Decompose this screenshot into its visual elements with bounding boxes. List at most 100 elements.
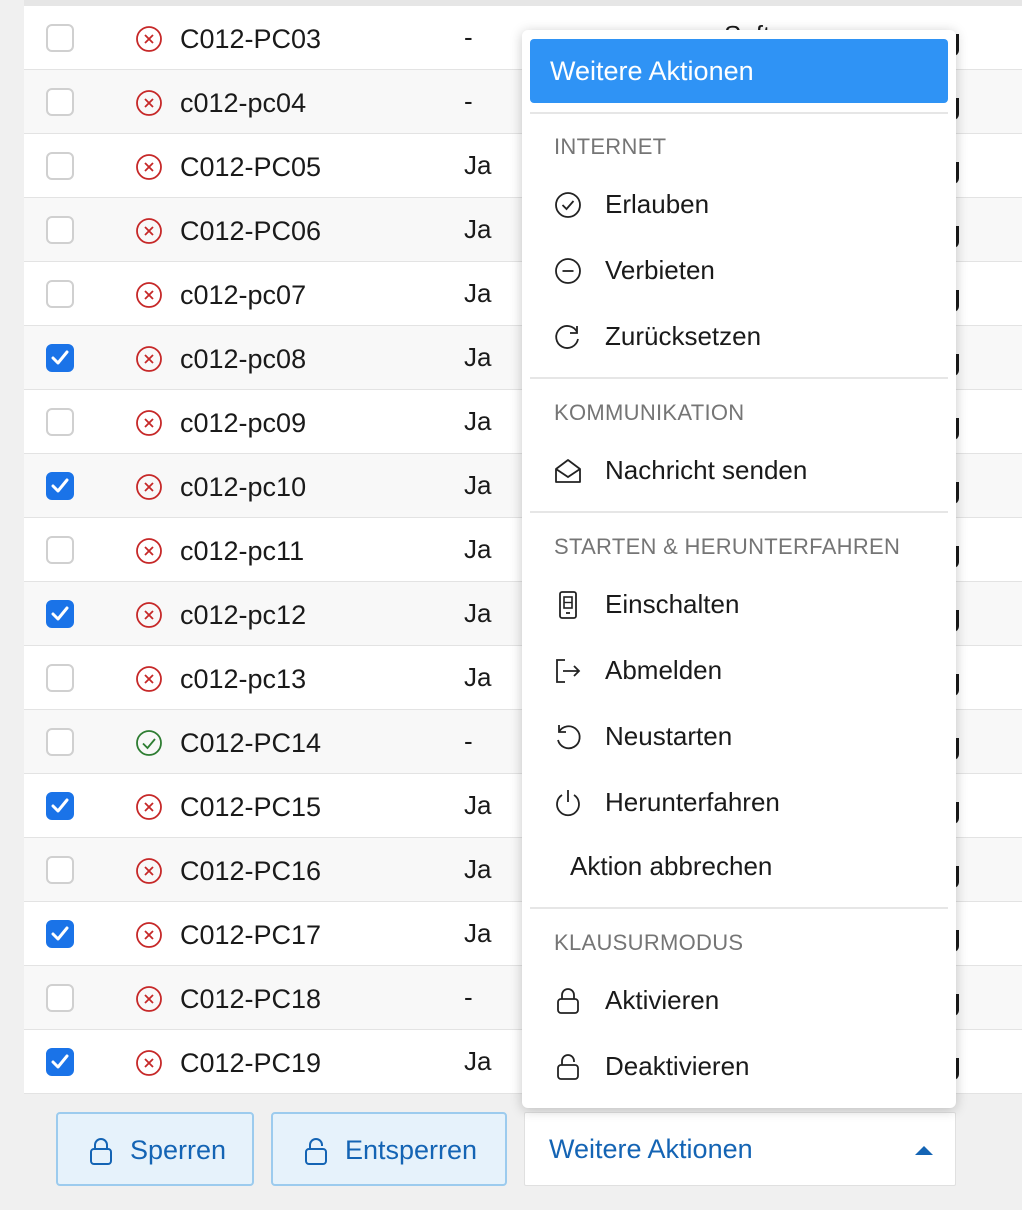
status-error-icon bbox=[134, 88, 164, 118]
status-error-icon bbox=[134, 216, 164, 246]
row-checkbox[interactable] bbox=[46, 472, 74, 500]
row-value: Ja bbox=[464, 1046, 492, 1076]
status-error-icon bbox=[134, 856, 164, 886]
status-error-icon bbox=[134, 152, 164, 182]
row-checkbox[interactable] bbox=[46, 24, 74, 52]
row-value: Ja bbox=[464, 918, 492, 948]
menu-item-deaktivieren[interactable]: Deaktivieren bbox=[522, 1037, 956, 1097]
menu-item-einschalten[interactable]: Einschalten bbox=[522, 575, 956, 635]
row-value: Ja bbox=[464, 790, 492, 820]
row-checkbox[interactable] bbox=[46, 984, 74, 1012]
checkmark-icon bbox=[51, 798, 69, 813]
row-checkbox[interactable] bbox=[46, 856, 74, 884]
row-checkbox[interactable] bbox=[46, 792, 74, 820]
pc-name: C012-PC19 bbox=[180, 1048, 322, 1078]
menu-item-erlauben[interactable]: Erlauben bbox=[522, 175, 956, 235]
row-value: Ja bbox=[464, 278, 492, 308]
pc-name: C012-PC06 bbox=[180, 216, 322, 246]
menu-item-label: Einschalten bbox=[605, 589, 740, 619]
checkmark-icon bbox=[51, 1054, 69, 1069]
menu-item-herunterfahren[interactable]: Herunterfahren bbox=[522, 773, 956, 833]
row-value: Ja bbox=[464, 534, 492, 564]
row-checkbox[interactable] bbox=[46, 536, 74, 564]
more-actions-label: Weitere Aktionen bbox=[549, 1134, 753, 1164]
row-checkbox[interactable] bbox=[46, 920, 74, 948]
pc-name: C012-PC03 bbox=[180, 24, 322, 54]
row-checkbox[interactable] bbox=[46, 408, 74, 436]
menu-item-label: Aktion abbrechen bbox=[570, 851, 773, 881]
row-value: Ja bbox=[464, 470, 492, 500]
pc-name: c012-pc13 bbox=[180, 664, 307, 694]
menu-item-neustarten[interactable]: Neustarten bbox=[522, 707, 956, 767]
row-checkbox[interactable] bbox=[46, 280, 74, 308]
row-checkbox[interactable] bbox=[46, 664, 74, 692]
pc-name: c012-pc10 bbox=[180, 472, 307, 502]
status-ok-icon bbox=[134, 728, 164, 758]
pc-name: C012-PC16 bbox=[180, 856, 322, 886]
menu-item-aktivieren[interactable]: Aktivieren bbox=[522, 971, 956, 1031]
minus-circle-icon bbox=[555, 258, 581, 284]
menu-section-title: KLAUSURMODUS bbox=[554, 930, 744, 955]
status-error-icon bbox=[134, 280, 164, 310]
menu-item-label: Herunterfahren bbox=[605, 787, 780, 817]
pc-name: C012-PC05 bbox=[180, 152, 322, 182]
pc-name: C012-PC14 bbox=[180, 728, 322, 758]
lock-button[interactable]: Sperren bbox=[56, 1112, 254, 1186]
power-icon bbox=[556, 790, 580, 817]
status-error-icon bbox=[134, 536, 164, 566]
row-checkbox[interactable] bbox=[46, 344, 74, 372]
menu-item-nachricht-senden[interactable]: Nachricht senden bbox=[522, 441, 956, 501]
restart-icon bbox=[557, 725, 581, 750]
checkmark-icon bbox=[51, 606, 69, 621]
checkmark-icon bbox=[51, 350, 69, 365]
status-error-icon bbox=[134, 24, 164, 54]
row-value: - bbox=[464, 22, 473, 52]
pc-name: c012-pc08 bbox=[180, 344, 307, 374]
row-value: Ja bbox=[464, 406, 492, 436]
menu-item-label: Verbieten bbox=[605, 255, 715, 285]
row-value: - bbox=[464, 86, 473, 116]
unlock-button[interactable]: Entsperren bbox=[271, 1112, 507, 1186]
status-error-icon bbox=[134, 664, 164, 694]
menu-item-label: Deaktivieren bbox=[605, 1051, 750, 1081]
menu-item-label: Aktivieren bbox=[605, 985, 720, 1015]
row-checkbox[interactable] bbox=[46, 216, 74, 244]
menu-item-abmelden[interactable]: Abmelden bbox=[522, 641, 956, 701]
status-error-icon bbox=[134, 344, 164, 374]
row-checkbox[interactable] bbox=[46, 88, 74, 116]
refresh-icon bbox=[555, 325, 579, 349]
row-checkbox[interactable] bbox=[46, 152, 74, 180]
computer-tower-icon bbox=[559, 591, 577, 619]
more-actions-button[interactable]: Weitere Aktionen bbox=[524, 1112, 956, 1186]
row-value: Ja bbox=[464, 854, 492, 884]
status-error-icon bbox=[134, 920, 164, 950]
pc-name: C012-PC17 bbox=[180, 920, 322, 950]
pc-name: c012-pc12 bbox=[180, 600, 307, 630]
row-checkbox[interactable] bbox=[46, 728, 74, 756]
pc-name: c012-pc04 bbox=[180, 88, 307, 118]
dropdown-header[interactable]: Weitere Aktionen bbox=[530, 39, 948, 103]
menu-section-title: INTERNET bbox=[554, 134, 667, 159]
checkmark-icon bbox=[51, 478, 69, 493]
menu-item-zurücksetzen[interactable]: Zurücksetzen bbox=[522, 307, 956, 367]
row-checkbox[interactable] bbox=[46, 1048, 74, 1076]
row-value: - bbox=[464, 982, 473, 1012]
menu-section-title: KOMMUNIKATION bbox=[554, 400, 745, 425]
row-value: - bbox=[464, 726, 473, 756]
pc-name: c012-pc07 bbox=[180, 280, 307, 310]
pc-name: C012-PC18 bbox=[180, 984, 322, 1014]
more-actions-dropdown: Weitere Aktionen INTERNET Erlauben Verbiet… bbox=[522, 30, 956, 1108]
row-checkbox[interactable] bbox=[46, 600, 74, 628]
envelope-open-icon bbox=[555, 459, 581, 483]
menu-section-title: STARTEN & HERUNTERFAHREN bbox=[554, 534, 901, 559]
menu-item-verbieten[interactable]: Verbieten bbox=[522, 241, 956, 301]
lock-icon bbox=[557, 988, 579, 1014]
menu-item-aktion-abbrechen[interactable]: Aktion abbrechen bbox=[522, 837, 956, 897]
menu-item-label: Nachricht senden bbox=[605, 455, 808, 485]
pc-name: c012-pc09 bbox=[180, 408, 307, 438]
unlock-icon bbox=[557, 1054, 579, 1080]
status-error-icon bbox=[134, 600, 164, 630]
row-value: Ja bbox=[464, 598, 492, 628]
row-value: Ja bbox=[464, 150, 492, 180]
pc-name: C012-PC15 bbox=[180, 792, 322, 822]
